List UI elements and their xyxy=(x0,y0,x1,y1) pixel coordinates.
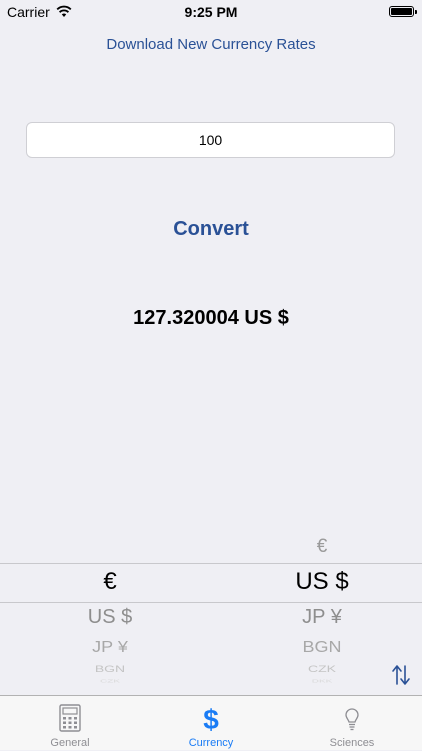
tab-general-label: General xyxy=(50,737,90,749)
convert-button[interactable]: Convert xyxy=(0,218,422,241)
calculator-icon xyxy=(59,704,81,732)
from-currency-option[interactable]: BGN xyxy=(10,664,210,674)
svg-text:$: $ xyxy=(203,704,219,732)
swap-arrows-icon[interactable] xyxy=(391,664,411,686)
from-currency-option[interactable]: CZK xyxy=(10,679,210,684)
battery-fill xyxy=(391,8,412,15)
tab-currency-label: Currency xyxy=(188,737,234,749)
tab-general[interactable]: General xyxy=(0,696,140,751)
from-currency-option[interactable]: US $ xyxy=(10,606,210,629)
from-currency-option[interactable]: JP ¥ xyxy=(10,639,210,657)
currency-picker[interactable]: € US $ JP ¥ BGN CZK € US $ JP ¥ BGN CZK … xyxy=(0,528,422,694)
to-currency-option[interactable]: BGN xyxy=(222,639,422,657)
status-bar: Carrier 9:25 PM xyxy=(0,0,422,24)
tab-bar: General $ Currency Sciences xyxy=(0,695,422,750)
from-currency-wheel[interactable]: € US $ JP ¥ BGN CZK xyxy=(10,528,210,694)
battery-icon xyxy=(389,6,417,17)
amount-input[interactable] xyxy=(26,122,395,158)
status-time: 9:25 PM xyxy=(184,4,238,20)
tab-sciences-label: Sciences xyxy=(329,737,375,749)
lightbulb-icon xyxy=(345,708,359,731)
from-currency-selected[interactable]: € xyxy=(10,568,210,596)
download-rates-link[interactable]: Download New Currency Rates xyxy=(0,36,422,53)
conversion-result: 127.320004 US $ xyxy=(133,307,289,329)
to-currency-option[interactable]: JP ¥ xyxy=(222,606,422,629)
to-currency-option[interactable]: € xyxy=(222,536,422,558)
tab-currency[interactable]: $ Currency xyxy=(141,696,281,751)
dollar-icon: $ xyxy=(203,704,219,732)
to-currency-selected[interactable]: US $ xyxy=(222,568,422,596)
tab-sciences[interactable]: Sciences xyxy=(282,696,422,751)
